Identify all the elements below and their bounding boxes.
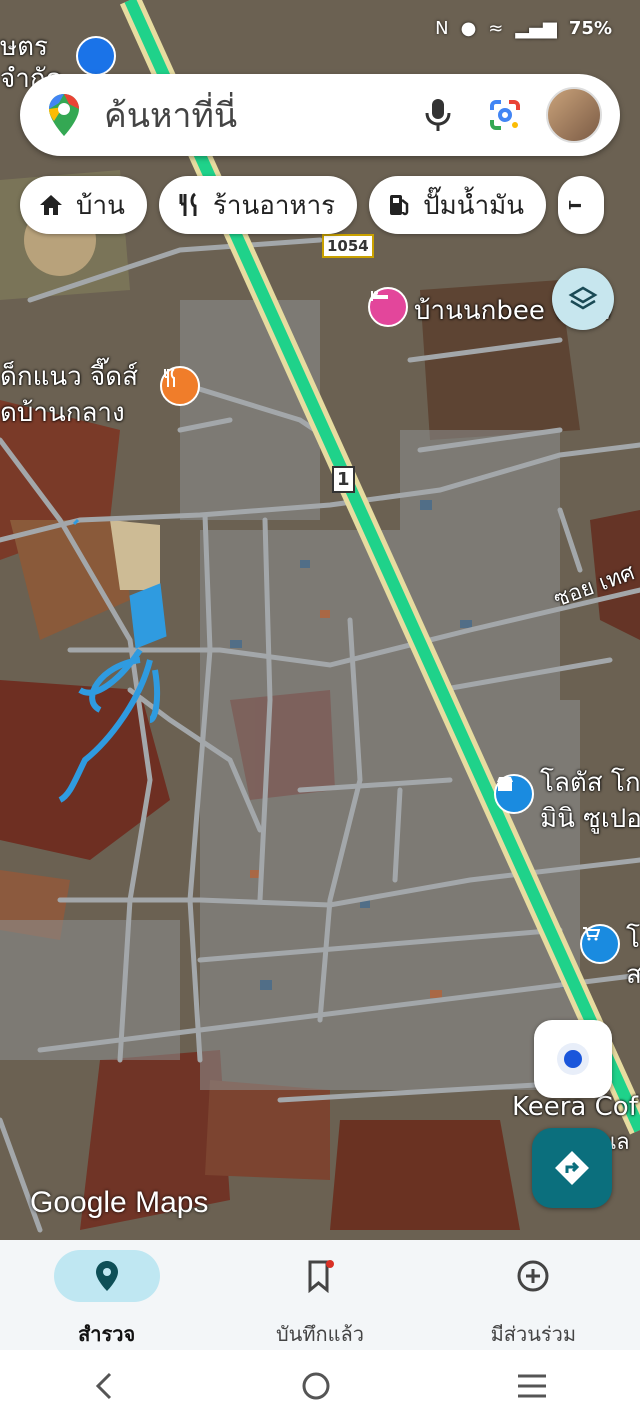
location-dot-icon <box>557 1043 589 1075</box>
shop-icon[interactable] <box>494 774 534 814</box>
cart-icon[interactable] <box>580 924 620 964</box>
nfc-icon: N <box>435 18 449 39</box>
chip-label: ปั๊มน้ำมัน <box>423 190 525 221</box>
tab-explore[interactable]: สำรวจ <box>0 1240 213 1350</box>
google-maps-watermark: Google Maps <box>30 1186 209 1219</box>
battery-level: 75% <box>568 18 612 39</box>
tab-contribute[interactable]: มีส่วนร่วม <box>427 1240 640 1350</box>
restaurant-icon <box>179 192 197 216</box>
bed-icon <box>569 200 582 210</box>
directions-icon <box>555 1151 589 1185</box>
search-input[interactable]: ค้นหาที่นี่ <box>104 88 424 142</box>
add-circle-icon <box>517 1260 549 1292</box>
mic-icon[interactable] <box>424 97 452 133</box>
chip-gas-station[interactable]: ปั๊มน้ำมัน <box>369 176 547 234</box>
chip-hotel[interactable] <box>558 176 605 234</box>
home-circle-icon[interactable] <box>300 1370 332 1402</box>
status-bar: N ● ≈ ▂▄▆ 75% <box>435 18 612 39</box>
signal-icon: ▂▄▆ <box>515 18 557 39</box>
tab-label: บันทึกแล้ว <box>275 1322 365 1346</box>
hotel-icon[interactable] <box>368 287 408 327</box>
recents-icon[interactable] <box>516 1373 548 1399</box>
wifi-icon: ≈ <box>488 18 504 39</box>
chip-label: บ้าน <box>76 190 125 221</box>
restaurant-label[interactable]: ดบ้านกลาง <box>0 392 125 433</box>
store-label[interactable]: มินิ ซูเปอ <box>540 798 640 839</box>
my-location-button[interactable] <box>534 1020 612 1098</box>
search-bar[interactable]: ค้นหาที่นี่ <box>20 74 620 156</box>
google-lens-icon[interactable] <box>488 98 522 132</box>
layers-icon <box>568 286 598 310</box>
chip-label: ร้านอาหาร <box>212 190 336 221</box>
back-icon[interactable] <box>92 1371 116 1401</box>
tab-label: มีส่วนร่วม <box>490 1322 577 1346</box>
route-1-shield: 1 <box>332 466 355 493</box>
google-maps-logo-icon <box>49 94 79 136</box>
home-icon <box>40 195 62 215</box>
gas-station-icon <box>390 195 409 216</box>
restaurant-label[interactable]: ด็กแนว จี๊ดส์ <box>0 356 138 397</box>
bookmark-icon <box>308 1260 334 1293</box>
restaurant-icon[interactable] <box>160 366 200 406</box>
layers-button[interactable] <box>552 268 614 330</box>
poi-marker[interactable] <box>76 36 116 76</box>
chip-home[interactable]: บ้าน <box>20 176 147 234</box>
avatar[interactable] <box>546 87 602 143</box>
chip-restaurant[interactable]: ร้านอาหาร <box>158 176 358 234</box>
directions-button[interactable] <box>532 1128 612 1208</box>
bottom-navigation: สำรวจ บันทึกแล้ว มีส่วนร่วม <box>0 1240 640 1350</box>
tab-saved[interactable]: บันทึกแล้ว <box>213 1240 426 1350</box>
location-icon: ● <box>460 18 477 39</box>
explore-pin-icon <box>95 1261 118 1291</box>
store-label[interactable]: โล <box>626 918 640 959</box>
store-label[interactable]: โลตัส โก <box>540 762 640 803</box>
category-chips: บ้าน ร้านอาหาร ปั๊มน้ำมัน <box>20 176 605 234</box>
route-1054-shield: 1054 <box>322 234 374 258</box>
store-label[interactable]: ส <box>626 954 640 995</box>
tab-label: สำรวจ <box>78 1322 136 1346</box>
system-navigation-bar <box>0 1350 640 1421</box>
